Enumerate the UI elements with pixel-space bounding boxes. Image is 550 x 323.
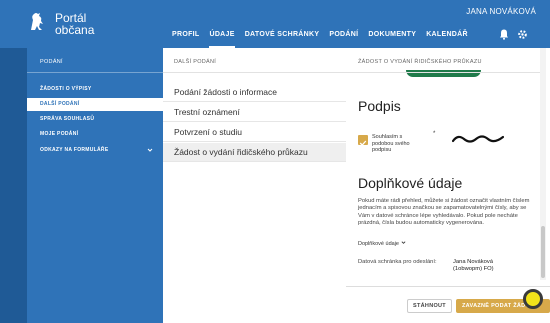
nav-dokumenty[interactable]: DOKUMENTY [368, 31, 416, 48]
top-header: Portál občana JANA NOVÁKOVÁ PROFIL ÚDAJE… [0, 0, 550, 48]
sidebar-item-moje-podani[interactable]: MOJE PODÁNÍ [27, 128, 163, 141]
cursor-highlight-icon [523, 289, 543, 309]
signature-heading: Podpis [358, 98, 401, 114]
form-detail-title: ŽÁDOST O VYDÁNÍ ŘIDIČSKÉHO PRŮKAZU [358, 59, 482, 65]
nav-profil[interactable]: PROFIL [172, 31, 199, 48]
additional-description: Pokud máte rádi přehled, můžete si žádos… [358, 198, 530, 226]
nav-datove-schranky[interactable]: DATOVÉ SCHRÁNKY [245, 31, 320, 48]
sidebar-item-dalsi-podani[interactable]: DALŠÍ PODÁNÍ [27, 98, 163, 111]
sidebar-title: PODÁNÍ [40, 59, 63, 65]
form-item-podani-zadosti[interactable]: Podání žádosti o informace [163, 83, 346, 102]
databox-id: (1obwopm) FO) [453, 266, 494, 273]
form-detail-divider [346, 72, 546, 73]
additional-toggle-label: Doplňkové údaje [358, 241, 399, 247]
form-item-trestni-oznameni[interactable]: Trestní oznámení [163, 103, 346, 122]
left-rail [0, 48, 27, 323]
forms-panel: DALŠÍ PODÁNÍ Podání žádosti o informace … [163, 48, 346, 323]
footer-divider [346, 286, 550, 287]
nav-podani[interactable]: PODÁNÍ [329, 31, 358, 48]
form-item-ridicsky-prukaz[interactable]: Žádost o vydání řidičského průkazu [163, 143, 346, 162]
databox-name: Jana Nováková [453, 259, 493, 265]
form-detail-panel: ŽÁDOST O VYDÁNÍ ŘIDIČSKÉHO PRŮKAZU Podpi… [346, 48, 550, 323]
lion-emblem-icon [31, 13, 43, 30]
gear-icon[interactable] [517, 29, 528, 40]
bell-icon[interactable] [499, 29, 509, 40]
app-logo-text[interactable]: Portál občana [55, 12, 94, 36]
additional-heading: Doplňkové údaje [358, 175, 463, 191]
check-icon [359, 140, 367, 146]
nav-kalendar[interactable]: KALENDÁŘ [426, 31, 468, 48]
sidebar-item-label: ODKAZY NA FORMULÁŘE [40, 147, 109, 153]
sidebar-divider [27, 72, 163, 73]
nav-udaje[interactable]: ÚDAJE [209, 31, 235, 48]
sidebar-item-zadosti-o-vypisy[interactable]: ŽÁDOSTI O VÝPISY [27, 83, 163, 96]
chevron-down-icon[interactable] [147, 147, 153, 153]
sidebar: PODÁNÍ ŽÁDOSTI O VÝPISY DALŠÍ PODÁNÍ SPR… [27, 48, 163, 323]
logo-line-2: občana [55, 23, 95, 37]
additional-toggle[interactable]: Doplňkové údaje [358, 240, 406, 247]
sidebar-item-sprava-souhlasu[interactable]: SPRÁVA SOUHLASŮ [27, 113, 163, 126]
signature-drawing [452, 135, 504, 143]
main-nav: PROFIL ÚDAJE DATOVÉ SCHRÁNKY PODÁNÍ DOKU… [172, 31, 468, 48]
forms-panel-divider [163, 72, 346, 73]
forms-panel-title: DALŠÍ PODÁNÍ [174, 59, 217, 65]
scrollbar-thumb[interactable] [541, 226, 545, 278]
download-button[interactable]: STÁHNOUT [407, 299, 452, 313]
databox-label: Datová schránka pro odeslání: [358, 259, 437, 265]
required-mark: * [433, 131, 436, 137]
form-item-potvrzeni-o-studiu[interactable]: Potvrzení o studiu [163, 123, 346, 142]
user-name[interactable]: JANA NOVÁKOVÁ [466, 7, 536, 16]
databox-value: Jana Nováková (1obwopm) FO) [453, 259, 494, 274]
consent-checkbox[interactable] [358, 135, 368, 146]
consent-label: Souhlasím s podobou svého podpisu [372, 134, 410, 153]
sidebar-item-odkazy-na-formulare[interactable]: ODKAZY NA FORMULÁŘE [27, 144, 163, 157]
chevron-down-icon [401, 241, 405, 244]
